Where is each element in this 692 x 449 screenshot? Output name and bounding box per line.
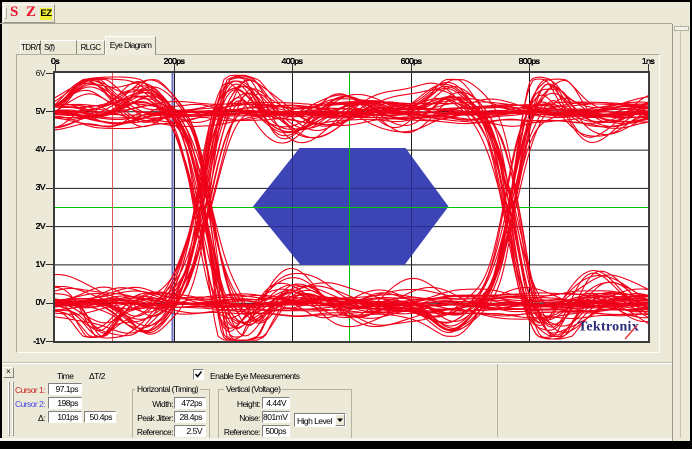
svg-text:Tektronix: Tektronix [578,320,639,335]
